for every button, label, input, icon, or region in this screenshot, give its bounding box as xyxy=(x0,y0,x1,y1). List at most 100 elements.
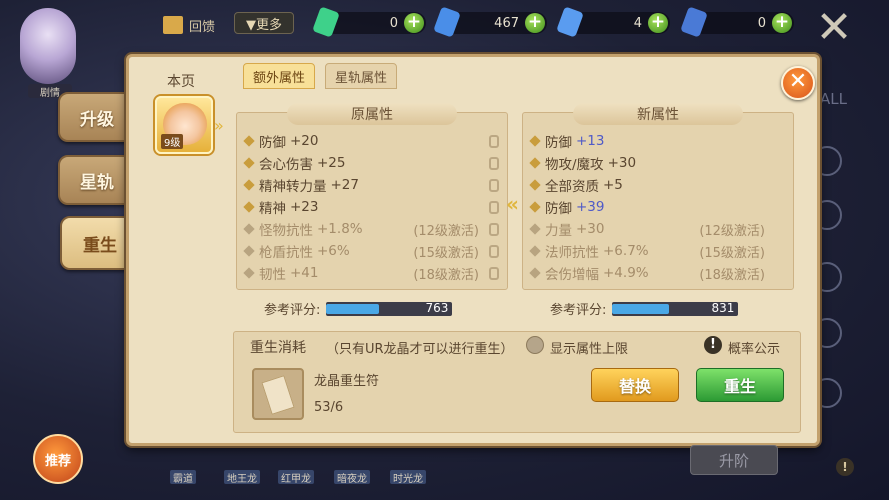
dragon-tab[interactable]: 地王龙 xyxy=(224,470,260,485)
attribute-name: 法师抗性 xyxy=(545,245,599,261)
recommend-button[interactable]: 推荐 xyxy=(33,434,83,484)
attribute-name: 会心伤害 xyxy=(259,157,313,173)
diamond-bullet-icon xyxy=(243,245,255,257)
activation-level: (15级激活) xyxy=(699,245,765,261)
attribute-name: 会伤增幅 xyxy=(545,267,599,283)
activation-level: (12级激活) xyxy=(413,223,479,239)
rebirth-item-slot[interactable] xyxy=(252,368,304,420)
original-score: 参考评分: 763 xyxy=(264,299,453,318)
resource-value: 467 xyxy=(494,15,519,31)
add-resource-button[interactable]: + xyxy=(648,13,668,33)
lock-icon[interactable] xyxy=(489,178,499,192)
attribute-value: +6% xyxy=(317,243,350,259)
chevron-left-icon: « xyxy=(506,192,519,216)
card-icon xyxy=(680,6,708,38)
attribute-value: +20 xyxy=(290,133,319,149)
attribute-value: +30 xyxy=(607,155,637,171)
more-button[interactable]: ▼更多 xyxy=(234,12,294,34)
item-count: 53/6 xyxy=(314,400,344,415)
resource-value: 4 xyxy=(633,15,642,31)
green-gem-icon xyxy=(312,6,340,38)
attribute-value: +27 xyxy=(330,177,360,193)
tab-star-track[interactable]: 星轨 xyxy=(58,155,136,205)
close-screen-button[interactable]: ✕ xyxy=(814,6,854,50)
activation-level: (15级激活) xyxy=(413,245,479,261)
attribute-row: 防御 +13 xyxy=(529,131,785,151)
activation-level: (18级激活) xyxy=(699,267,765,283)
show-cap-toggle[interactable] xyxy=(526,336,544,354)
tab-label: 重生 xyxy=(83,235,117,256)
add-resource-button[interactable]: + xyxy=(525,13,545,33)
score-label: 参考评分: xyxy=(550,303,607,318)
lock-icon[interactable] xyxy=(489,266,499,280)
attribute-name: 全部资质 xyxy=(545,179,599,195)
probability-link[interactable]: 概率公示 xyxy=(728,338,780,357)
more-label: ▼更多 xyxy=(246,17,282,33)
resource-value: 0 xyxy=(389,15,398,31)
button-label: 重生 xyxy=(723,377,756,396)
diamond-bullet-icon xyxy=(243,135,255,147)
rebirth-button[interactable]: 重生 xyxy=(696,368,784,402)
dragon-tab[interactable]: 暗夜龙 xyxy=(334,470,370,485)
score-value: 763 xyxy=(425,300,449,315)
attribute-row: 法师抗性 +6.7% (15级激活) xyxy=(529,241,785,261)
help-icon[interactable]: ! xyxy=(836,458,854,476)
attribute-row: 韧性 +41 (18级激活) xyxy=(243,263,499,283)
player-avatar[interactable] xyxy=(20,8,76,84)
diamond-bullet-icon xyxy=(529,179,541,191)
exclamation-icon[interactable]: ! xyxy=(704,336,722,354)
resource-counter-1: 0 + xyxy=(312,6,426,38)
upgrade-button[interactable]: 升阶 xyxy=(690,445,778,475)
attribute-value: +30 xyxy=(576,221,605,237)
tab-label: 额外属性 xyxy=(253,70,306,86)
dragon-tab[interactable]: 时光龙 xyxy=(390,470,426,485)
dragon-tab[interactable]: 霸道 xyxy=(170,470,196,485)
attribute-name: 精神转力量 xyxy=(259,179,327,195)
activation-level: (18级激活) xyxy=(413,267,479,283)
recommend-label: 推荐 xyxy=(44,453,71,469)
button-label: 升阶 xyxy=(718,451,749,470)
attribute-row: 防御 +20 xyxy=(243,131,499,151)
score-value: 831 xyxy=(711,300,735,315)
tab-label: 星轨 xyxy=(80,172,114,193)
chevron-right-icon: » xyxy=(214,116,224,135)
lock-icon[interactable] xyxy=(489,244,499,258)
gift-icon xyxy=(163,16,183,34)
lock-icon[interactable] xyxy=(489,134,499,148)
tab-star-attributes[interactable]: 星轨属性 xyxy=(325,63,398,89)
new-attributes-box: 新属性 防御 +13 物攻/魔攻 +30 全部资质 +5 防御 +39 力量 +30 (12级激活)… xyxy=(522,103,794,290)
attribute-value: +39 xyxy=(576,199,605,215)
attribute-name: 怪物抗性 xyxy=(259,223,313,239)
attribute-name: 防御 xyxy=(545,201,572,217)
resource-value: 0 xyxy=(757,15,766,31)
replace-button[interactable]: 替换 xyxy=(591,368,679,402)
attribute-value: +5 xyxy=(603,177,623,193)
attribute-name: 韧性 xyxy=(259,267,286,283)
add-resource-button[interactable]: + xyxy=(404,13,424,33)
score-bar-fill xyxy=(612,303,670,314)
resource-counter-3: 4 + xyxy=(556,6,670,38)
button-label: 替换 xyxy=(618,377,651,396)
tab-upgrade[interactable]: 升级 xyxy=(58,92,136,142)
tab-extra-attributes[interactable]: 额外属性 xyxy=(243,63,316,89)
panel-close-button[interactable]: ✕ xyxy=(781,66,815,100)
add-resource-button[interactable]: + xyxy=(772,13,792,33)
attribute-row: 会伤增幅 +4.9% (18级激活) xyxy=(529,263,785,283)
diamond-bullet-icon xyxy=(243,267,255,279)
attribute-value: +23 xyxy=(290,199,319,215)
dragon-tab[interactable]: 红甲龙 xyxy=(278,470,314,485)
hero-card[interactable]: 9级 xyxy=(155,96,213,154)
cost-title: 重生消耗 xyxy=(250,340,306,356)
attribute-row: 防御 +39 xyxy=(529,197,785,217)
diamond-bullet-icon xyxy=(529,201,541,213)
lock-icon[interactable] xyxy=(489,200,499,214)
diamond-bullet-icon xyxy=(529,267,541,279)
right-partial-label: ALL xyxy=(820,90,847,108)
rebirth-cost-box: 重生消耗 （只有UR龙晶才可以进行重生） 显示属性上限 ! 概率公示 龙晶重生符… xyxy=(233,331,801,433)
attribute-row: 会心伤害 +25 xyxy=(243,153,499,173)
lock-icon[interactable] xyxy=(489,222,499,236)
lock-icon[interactable] xyxy=(489,156,499,170)
ticket-icon xyxy=(556,6,584,38)
attribute-name: 力量 xyxy=(545,223,572,239)
gift-button[interactable]: 回馈 xyxy=(163,12,215,38)
